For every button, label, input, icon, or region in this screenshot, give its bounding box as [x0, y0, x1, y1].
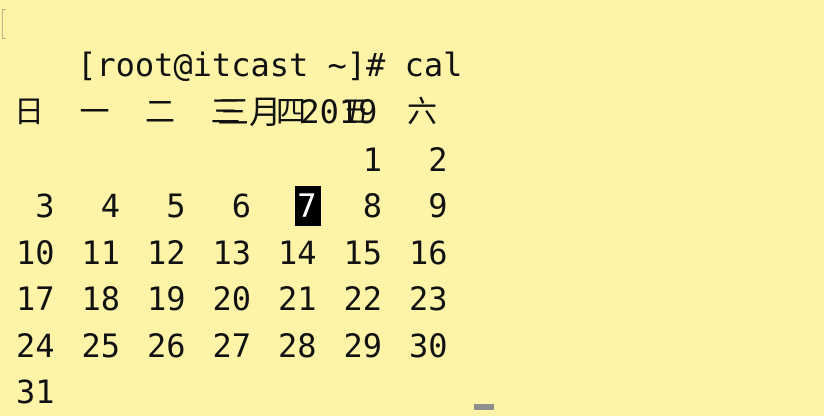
- day-cell: 27: [212, 326, 251, 365]
- day-cell: 17: [15, 280, 55, 319]
- day-cell: [270, 372, 336, 412]
- day-cell: 14: [277, 233, 317, 272]
- week-row-4: 17 18 19 20 21 22 23: [8, 276, 468, 323]
- day-cell: 8: [362, 187, 382, 226]
- calendar-title: 三月 2019: [140, 43, 377, 131]
- day-cell: 18: [81, 280, 120, 319]
- highlighted-day: 7: [294, 186, 321, 227]
- day-cell: 6: [231, 187, 251, 226]
- day-cell: 2: [428, 140, 448, 179]
- day-cell: [139, 372, 205, 412]
- day-cell: [205, 140, 271, 180]
- day-cell: 20: [212, 280, 251, 319]
- weekday-sat: 六: [407, 95, 437, 131]
- weekday-tue: 二: [145, 95, 175, 131]
- day-cell: 10: [15, 233, 55, 272]
- day-cell: 16: [408, 233, 448, 272]
- week-row-1: 1 2: [8, 137, 468, 184]
- weekday-wed: 三: [210, 95, 241, 131]
- day-cell: [401, 372, 467, 412]
- weekday-mon: 一: [79, 95, 110, 131]
- day-cell: 11: [81, 233, 120, 272]
- weekday-header-row: 日 一 二 三 四 五 六: [8, 90, 468, 137]
- day-cell: 4: [100, 187, 120, 226]
- day-cell: [8, 140, 74, 180]
- week-row-3: 10 11 12 13 14 15 16: [8, 230, 468, 277]
- week-row-6: 31: [8, 369, 468, 416]
- calendar-grid: 日 一 二 三 四 五 六 1 2 3 4 5 6 7 8 9 10 11 12…: [8, 90, 468, 416]
- weekday-sun: 日: [14, 95, 44, 131]
- day-cell: 26: [146, 326, 186, 365]
- week-row-2: 3 4 5 6 7 8 9: [8, 183, 468, 230]
- terminal-window[interactable]: [root@itcast ~]# cal 三月 2019 日 一 二 三 四 五…: [0, 0, 824, 411]
- day-cell: [74, 372, 140, 412]
- day-cell: 13: [212, 233, 251, 272]
- week-row-5: 24 25 26 27 28 29 30: [8, 323, 468, 370]
- day-cell: 22: [343, 280, 382, 319]
- day-cell: 30: [408, 326, 448, 365]
- today-day-cell: 7: [270, 186, 336, 227]
- day-cell: 9: [428, 187, 448, 226]
- weekday-thu: 四: [276, 95, 306, 131]
- day-cell: 28: [277, 326, 317, 365]
- day-cell: 12: [146, 233, 186, 272]
- day-cell: [205, 372, 271, 412]
- cursor-marker: [474, 404, 494, 410]
- day-cell: 15: [343, 233, 382, 272]
- weekday-fri: 五: [341, 95, 372, 131]
- day-cell: 31: [15, 373, 55, 412]
- day-cell: 25: [81, 326, 120, 365]
- command-line: [root@itcast ~]# cal: [0, 0, 462, 84]
- day-cell: [270, 140, 336, 180]
- day-cell: 23: [408, 280, 448, 319]
- day-cell: 24: [15, 326, 55, 365]
- day-cell: [336, 372, 402, 412]
- day-cell: [74, 140, 140, 180]
- day-cell: 5: [166, 187, 186, 226]
- day-cell: [139, 140, 205, 180]
- day-cell: 29: [343, 326, 382, 365]
- day-cell: 1: [362, 140, 382, 179]
- day-cell: 21: [277, 280, 317, 319]
- day-cell: 3: [35, 187, 55, 226]
- day-cell: 19: [146, 280, 186, 319]
